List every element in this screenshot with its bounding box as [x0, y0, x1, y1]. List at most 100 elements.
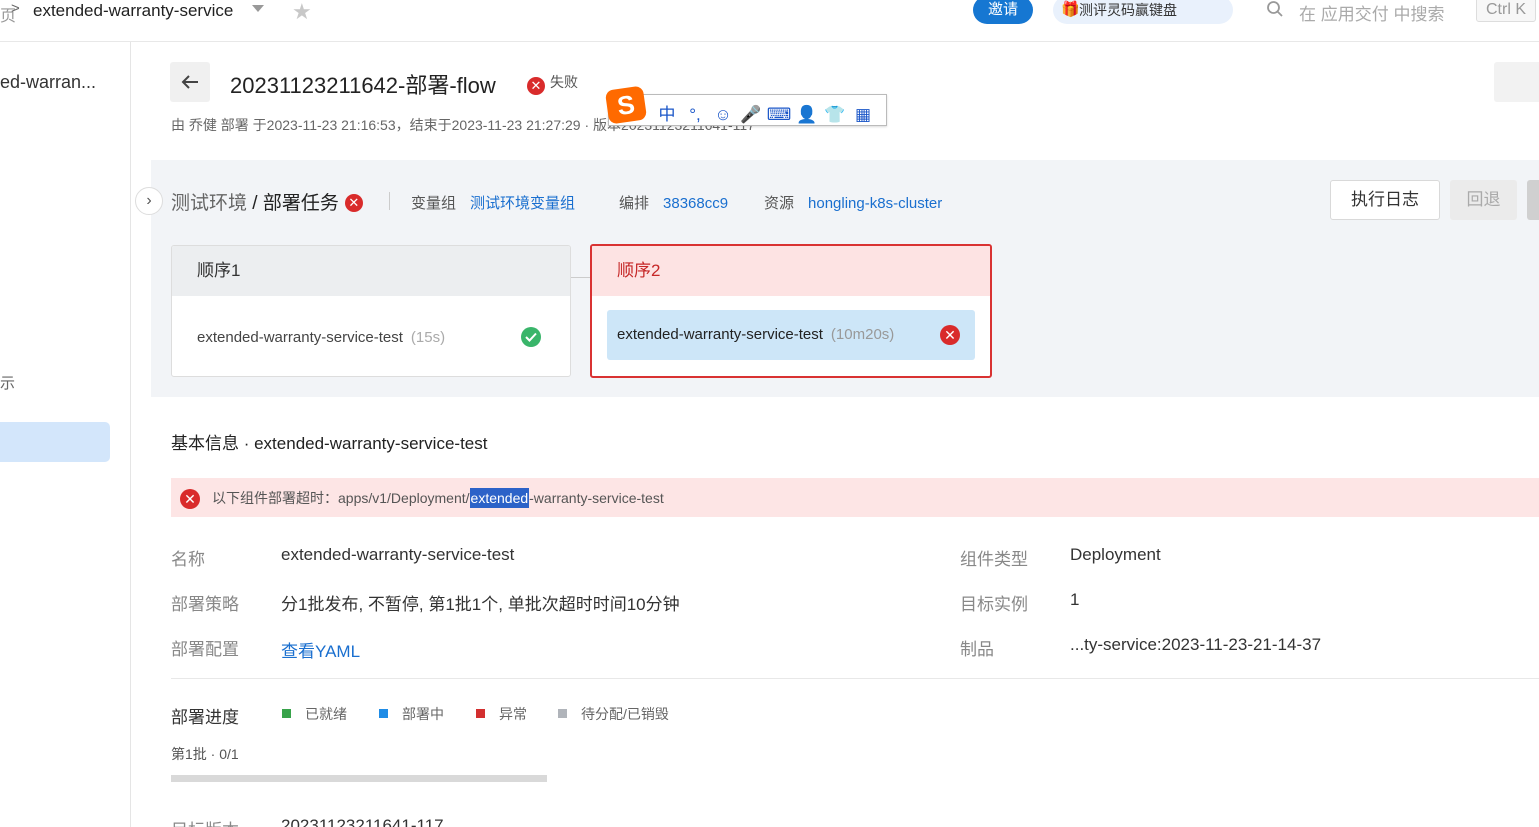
error-icon: ✕ — [344, 194, 363, 212]
env-title-separator: / — [247, 193, 263, 214]
rollback-button[interactable]: 回退 — [1450, 180, 1517, 220]
name-value: extended-warranty-service-test — [281, 545, 515, 564]
error-icon: ✕ — [940, 325, 960, 345]
progress-bar — [171, 775, 547, 782]
name-label: 名称 — [171, 550, 205, 569]
ime-apps-icon[interactable]: ▦ — [849, 105, 877, 125]
header-action-button[interactable] — [1494, 62, 1539, 102]
strategy-value: 分1批发布, 不暂停, 第1批1个, 单批次超时时间10分钟 — [281, 595, 680, 614]
artifact-value: ...ty-service:2023-11-23-21-14-37 — [1070, 635, 1322, 654]
config-label: 部署配置 — [171, 640, 239, 659]
shortcut-hint: Ctrl K — [1476, 0, 1536, 22]
env-title: 测试环境 / 部署任务 ✕ — [171, 188, 363, 215]
job-duration: (15s) — [410, 329, 446, 346]
search-input[interactable]: 在 应用交付 中搜索 — [1299, 0, 1444, 25]
legend-label: 已就绪 — [305, 706, 347, 722]
sidebar: ed-warran... 示 — [0, 42, 131, 827]
gift-icon: 🎁 — [1061, 1, 1080, 18]
error-icon: ✕ — [180, 489, 200, 509]
stage-card-1: 顺序1 extended-warranty-service-test (15s) — [171, 245, 571, 377]
star-icon[interactable]: ★ — [292, 0, 312, 25]
ime-mic-icon[interactable]: 🎤 — [737, 105, 765, 125]
legend-swatch — [476, 709, 485, 718]
stage-title: 顺序1 — [172, 246, 570, 296]
sidebar-item-fragment[interactable]: 示 — [0, 372, 15, 393]
invite-button[interactable]: 邀请 — [973, 0, 1033, 24]
error-alert: ✕ 以下组件部署超时：apps/v1/Deployment/extended-w… — [171, 478, 1539, 517]
exec-log-button[interactable]: 执行日志 — [1330, 180, 1440, 220]
legend-ready: 已就绪 — [282, 704, 347, 724]
resource-label: 资源 — [764, 195, 795, 212]
target-instances-label: 目标实例 — [960, 595, 1028, 614]
legend-label: 异常 — [499, 706, 527, 722]
check-circle-icon — [521, 327, 541, 347]
var-group-label: 变量组 — [411, 195, 457, 212]
search-icon[interactable] — [1266, 0, 1284, 18]
stage-job[interactable]: extended-warranty-service-test (15s) — [197, 329, 445, 346]
error-icon: ✕ — [527, 77, 545, 95]
error-highlight: extended — [469, 488, 530, 508]
legend-label: 部署中 — [402, 706, 444, 722]
view-yaml-link[interactable]: 查看YAML — [281, 637, 360, 662]
orchestration: 编排 38368cc9 — [619, 192, 728, 213]
env-name[interactable]: 测试环境 — [171, 193, 247, 214]
legend-label: 待分配/已销毁 — [581, 706, 669, 722]
target-version-value: 20231123211641-117 — [281, 816, 444, 827]
basic-info-title: 基本信息 · extended-warranty-service-test — [171, 434, 488, 453]
divider — [389, 192, 390, 210]
promo-label: 测评灵码赢键盘 — [1079, 2, 1177, 18]
progress-title: 部署进度 — [171, 708, 239, 727]
var-group: 变量组 测试环境变量组 — [411, 192, 575, 213]
resource-link[interactable]: hongling-k8s-cluster — [808, 195, 942, 212]
target-instances-value: 1 — [1070, 590, 1080, 609]
arrow-left-icon — [181, 75, 198, 89]
ime-skin-icon[interactable]: 👕 — [821, 105, 849, 125]
page-title: 20231123211642-部署-flow — [230, 73, 496, 98]
ime-logo-icon[interactable]: S — [604, 85, 648, 125]
env-task: 部署任务 — [262, 193, 339, 214]
legend-pending: 待分配/已销毁 — [558, 704, 669, 724]
stage-connector — [571, 277, 591, 278]
environment-panel: › 测试环境 / 部署任务 ✕ 变量组 测试环境变量组 编排 38368cc9 资源 h… — [135, 160, 1539, 397]
back-button[interactable] — [170, 62, 210, 102]
ime-toolbar: S 中 °, ☺ 🎤 ⌨ 👤 👕 ▦ — [604, 85, 887, 126]
strategy-label: 部署策略 — [171, 595, 239, 614]
legend-swatch — [379, 709, 388, 718]
job-duration: (10m20s) — [830, 326, 895, 343]
artifact-label: 制品 — [960, 640, 994, 659]
status-text: 失败 — [550, 74, 578, 90]
stage-title: 顺序2 — [592, 246, 990, 296]
job-name: extended-warranty-service-test — [197, 329, 403, 346]
promo-button[interactable]: 🎁 测评灵码赢键盘 — [1053, 0, 1233, 24]
ime-chinese-icon[interactable]: 中 — [653, 100, 681, 125]
orchestration-link[interactable]: 38368cc9 — [663, 195, 728, 212]
ime-emoji-icon[interactable]: ☺ — [709, 105, 737, 125]
ime-items: 中 °, ☺ 🎤 ⌨ 👤 👕 ▦ — [653, 100, 877, 125]
legend-error: 异常 — [476, 704, 527, 724]
target-version-label: 目标版本 — [171, 816, 239, 827]
chevron-right-icon[interactable]: › — [135, 187, 163, 215]
job-name: extended-warranty-service-test — [617, 326, 823, 343]
ime-keyboard-icon[interactable]: ⌨ — [765, 105, 793, 125]
legend-deploying: 部署中 — [379, 704, 444, 724]
ime-user-icon[interactable]: 👤 — [793, 105, 821, 125]
app-switcher[interactable]: extended-warranty-service — [33, 1, 233, 21]
divider — [171, 678, 1539, 679]
batch-label: 第1批 · 0/1 — [171, 746, 239, 762]
ime-punct-icon[interactable]: °, — [681, 105, 709, 125]
status-badge: ✕ 失败 — [527, 72, 578, 95]
sidebar-project-name[interactable]: ed-warran... — [0, 72, 96, 93]
orchestration-label: 编排 — [619, 195, 650, 212]
component-type-value: Deployment — [1070, 545, 1161, 564]
stage-job-selected[interactable]: extended-warranty-service-test (10m20s) ✕ — [607, 310, 975, 360]
sidebar-item-active[interactable] — [0, 422, 110, 462]
chevron-down-icon[interactable] — [252, 5, 264, 12]
resource: 资源 hongling-k8s-cluster — [764, 192, 942, 213]
more-button[interactable] — [1527, 180, 1539, 220]
stage-card-2: 顺序2 extended-warranty-service-test (10m20… — [590, 244, 992, 378]
error-suffix: -warranty-service-test — [529, 490, 664, 506]
legend-swatch — [282, 709, 291, 718]
component-type-label: 组件类型 — [960, 550, 1028, 569]
stage-job: extended-warranty-service-test (10m20s) — [617, 326, 894, 343]
var-group-link[interactable]: 测试环境变量组 — [470, 195, 575, 212]
